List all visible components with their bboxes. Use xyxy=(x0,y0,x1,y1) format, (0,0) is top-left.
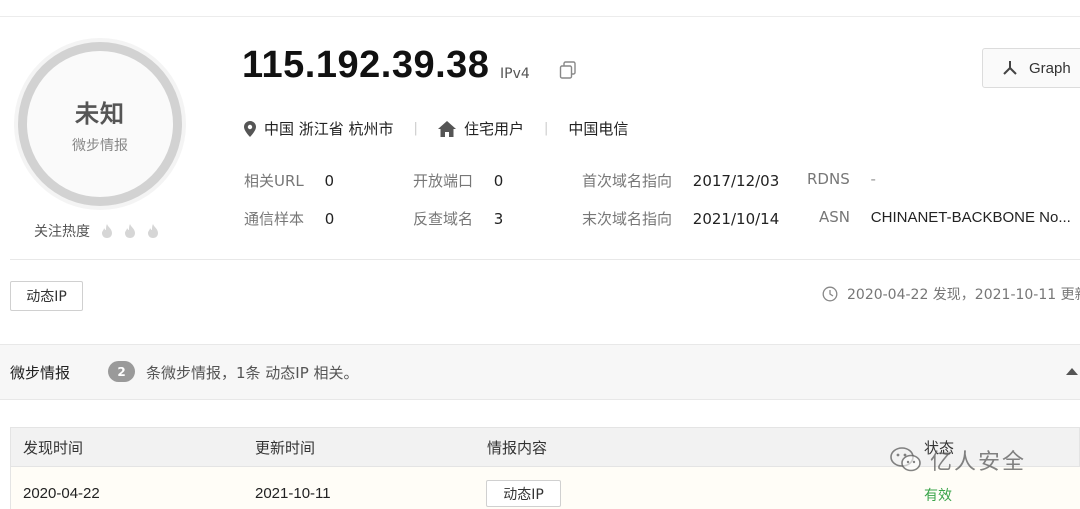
intel-title: 微步情报 xyxy=(10,364,71,382)
attention-heat: 关注热度 xyxy=(34,221,159,241)
flame-icon xyxy=(125,224,135,238)
location-pin-icon xyxy=(244,120,256,137)
stat-related-url[interactable]: 相关URL 0 xyxy=(244,170,334,191)
timeline: 2020-04-22 发现，2021-10-11 更新 xyxy=(822,284,1080,304)
verdict-ring: 未知 微步情报 xyxy=(14,38,186,210)
usage-type: 住宅用户 xyxy=(463,120,524,138)
wechat-icon xyxy=(890,447,921,472)
stat-open-ports[interactable]: 开放端口 0 xyxy=(413,170,503,191)
flame-icon xyxy=(102,224,112,238)
stat-reverse-domains[interactable]: 反查域名 3 xyxy=(413,208,503,229)
watermark-text: 亿人安全 xyxy=(930,450,1027,475)
location-row: 中国 浙江省 杭州市 | 住宅用户 | 中国电信 xyxy=(244,118,628,139)
verdict-source: 微步情报 xyxy=(72,137,128,154)
flame-icon xyxy=(148,224,158,238)
intel-count-badge: 2 xyxy=(108,361,135,382)
ip-version: IPv4 xyxy=(500,66,530,82)
intel-summary: 条微步情报，1条 动态IP 相关。 xyxy=(146,364,359,382)
column-found-time[interactable]: 发现时间 xyxy=(23,437,83,458)
collapse-icon[interactable] xyxy=(1066,368,1078,375)
clock-icon xyxy=(822,286,838,302)
graph-button-label: Graph xyxy=(1029,59,1071,77)
stat-asn[interactable]: ASN CHINANET-BACKBONE No... xyxy=(819,208,1071,226)
heat-label: 关注热度 xyxy=(34,224,90,240)
ip-address: 115.192.39.38 xyxy=(242,44,490,86)
column-intel-content: 情报内容 xyxy=(487,439,548,457)
column-updated-time[interactable]: 更新时间 xyxy=(255,437,315,458)
separator: | xyxy=(543,121,549,136)
stat-rdns: RDNS - xyxy=(807,170,876,188)
copy-icon[interactable] xyxy=(558,60,578,80)
watermark: 亿人安全 xyxy=(890,444,1026,476)
carrier: 中国电信 xyxy=(568,120,629,138)
graph-button[interactable]: Graph xyxy=(982,48,1080,88)
stat-first-resolve: 首次域名指向 2017/12/03 xyxy=(582,172,780,190)
cell-content-tag[interactable]: 动态IP xyxy=(486,480,561,507)
cell-status: 有效 xyxy=(924,488,952,504)
home-icon xyxy=(437,120,456,137)
tag-dynamic-ip[interactable]: 动态IP xyxy=(10,281,83,311)
cell-found: 2020-04-22 xyxy=(23,485,100,502)
separator: | xyxy=(413,121,418,136)
verdict-label: 未知 xyxy=(75,99,125,128)
stat-last-resolve: 末次域名指向 2021/10/14 xyxy=(582,210,780,228)
section-divider xyxy=(10,259,1080,260)
graph-icon xyxy=(1003,61,1017,75)
cell-updated: 2021-10-11 xyxy=(255,485,331,502)
timeline-text: 2020-04-22 发现，2021-10-11 更新 xyxy=(847,287,1080,303)
geo-location: 中国 浙江省 杭州市 xyxy=(264,120,394,138)
stat-samples[interactable]: 通信样本 0 xyxy=(244,208,334,229)
top-divider xyxy=(0,16,1080,17)
